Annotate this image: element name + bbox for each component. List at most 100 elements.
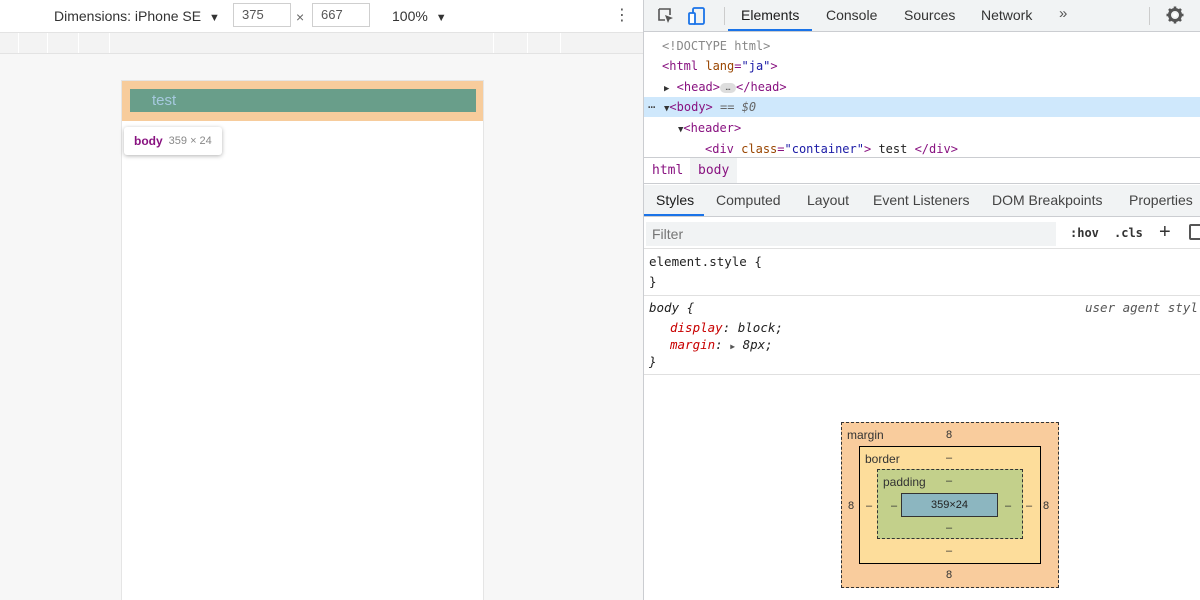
tab-styles[interactable]: Styles — [656, 185, 694, 216]
width-input[interactable]: 375 — [233, 3, 291, 27]
ruler-segment[interactable] — [47, 33, 48, 53]
breadcrumb-html[interactable]: html — [644, 158, 691, 183]
tab-sources[interactable]: Sources — [904, 0, 955, 31]
border-label: border — [865, 452, 900, 466]
border-right-value[interactable]: – — [1026, 500, 1032, 512]
border-left-value[interactable]: – — [866, 500, 872, 512]
hover-state-button[interactable]: :hov — [1070, 226, 1099, 240]
dom-node-div[interactable]: <div class="container"> test </div> — [705, 139, 958, 156]
computed-sidebar-icon[interactable] — [1189, 224, 1200, 240]
style-rules: element.style { } body { user agent styl… — [644, 250, 1200, 375]
element-tooltip: body 359 × 24 — [124, 127, 222, 155]
tab-console[interactable]: Console — [826, 0, 877, 31]
ruler-segment[interactable] — [109, 33, 110, 53]
dom-node-head[interactable]: ▶ <head>… </head> — [664, 77, 787, 97]
toolbar-separator — [724, 7, 725, 25]
ruler-segment[interactable] — [560, 33, 561, 53]
class-toggle-button[interactable]: .cls — [1114, 226, 1143, 240]
margin-left-value[interactable]: 8 — [848, 500, 854, 512]
property-name: display — [670, 320, 723, 335]
tag-text: <body> — [669, 100, 713, 114]
css-property-margin[interactable]: margin: ▶ 8px; — [670, 337, 773, 352]
box-model-diagram: margin 8 8 8 8 border – – – – padding – … — [841, 422, 1059, 588]
ruler-segment[interactable] — [493, 33, 494, 53]
attr-value: "ja" — [741, 59, 771, 73]
tag-text: <div — [705, 142, 734, 156]
active-subtab-indicator — [644, 214, 704, 216]
settings-gear-icon[interactable] — [1165, 5, 1185, 25]
margin-right-value[interactable]: 8 — [1043, 500, 1049, 512]
padding-top-value[interactable]: – — [946, 475, 952, 487]
new-rule-icon[interactable]: + — [1159, 221, 1171, 244]
breadcrumb-body[interactable]: body — [690, 158, 738, 183]
dimensions-label: Dimensions: iPhone SE — [54, 8, 202, 24]
tab-computed[interactable]: Computed — [716, 185, 781, 216]
tag-text: > — [770, 59, 778, 73]
doctype-text: <!DOCTYPE html> — [662, 39, 771, 53]
property-value: 8px; — [742, 337, 773, 352]
expand-arrow-icon[interactable]: ▶ — [664, 84, 669, 94]
rule-element-style[interactable]: element.style { } — [644, 250, 1200, 296]
ruler-segment[interactable] — [527, 33, 528, 53]
tab-event-listeners[interactable]: Event Listeners — [873, 185, 970, 216]
kebab-menu-icon[interactable]: ⋮ — [614, 6, 630, 26]
tab-network[interactable]: Network — [981, 0, 1032, 31]
inspect-icon[interactable] — [656, 6, 676, 26]
dom-node-html[interactable]: <html lang="ja"> — [662, 56, 778, 76]
content-highlight: test — [130, 89, 476, 112]
devtools-tabbar: Elements Console Sources Network » — [644, 0, 1200, 32]
styles-subtabs: Styles Computed Layout Event Listeners D… — [644, 185, 1200, 217]
expand-arrow-icon[interactable]: ▶ — [730, 342, 735, 351]
dropdown-arrow-icon: ▼ — [208, 12, 220, 24]
border-bottom-value[interactable]: – — [946, 545, 952, 557]
padding-bottom-value[interactable]: – — [946, 522, 952, 534]
ellipsis-icon[interactable]: … — [720, 82, 737, 93]
device-toolbar: Dimensions: iPhone SE ▼ 375 × 667 100% ▼… — [0, 0, 643, 32]
zoom-select[interactable]: 100% ▼ — [392, 8, 447, 24]
tag-text: <html — [662, 59, 699, 73]
dom-node-body[interactable]: ⋯ ▼<body> == $0 — [644, 97, 1200, 117]
border-top-value[interactable]: – — [946, 452, 952, 464]
tag-text: <head> — [676, 80, 721, 94]
active-tab-indicator — [728, 29, 812, 31]
rule-close-brace: } — [649, 354, 657, 369]
dom-node-header[interactable]: ▼<header> — [678, 118, 741, 138]
rule-selector: element.style { — [649, 254, 762, 269]
rule-source: user agent styl — [1085, 300, 1198, 315]
attr-value: "container" — [784, 142, 864, 156]
dropdown-arrow-icon: ▼ — [435, 12, 447, 24]
node-text: test — [871, 142, 915, 156]
css-property-display[interactable]: display: block; — [670, 320, 783, 335]
dom-node-doctype[interactable]: <!DOCTYPE html> — [662, 36, 770, 56]
node-menu-icon[interactable]: ⋯ — [648, 97, 655, 117]
rule-selector: body { — [649, 300, 695, 315]
property-name: margin — [670, 337, 716, 352]
margin-label: margin — [847, 428, 884, 442]
tab-elements[interactable]: Elements — [741, 0, 799, 31]
header-text: test — [152, 92, 177, 109]
tab-layout[interactable]: Layout — [807, 185, 849, 216]
zoom-label: 100% — [392, 8, 428, 24]
dimensions-select[interactable]: Dimensions: iPhone SE ▼ — [54, 8, 220, 24]
padding-left-value[interactable]: – — [891, 500, 897, 512]
filter-input[interactable] — [646, 222, 1056, 246]
height-input[interactable]: 667 — [312, 3, 370, 27]
ruler-segment[interactable] — [18, 33, 19, 53]
box-content[interactable]: 359×24 — [901, 493, 998, 517]
padding-right-value[interactable]: – — [1005, 500, 1011, 512]
ruler-segment[interactable] — [78, 33, 79, 53]
devtools-pane: Elements Console Sources Network » <!DOC… — [644, 0, 1200, 600]
media-query-ruler[interactable] — [0, 32, 643, 54]
tag-text: </div> — [914, 142, 958, 156]
tab-dom-breakpoints[interactable]: DOM Breakpoints — [992, 185, 1102, 216]
device-toggle-icon[interactable] — [687, 6, 707, 26]
dom-tree: <!DOCTYPE html> <html lang="ja"> ▶ <head… — [644, 32, 1200, 156]
rule-body[interactable]: body { user agent styl display: block; m… — [644, 296, 1200, 375]
device-viewport[interactable]: test body 359 × 24 — [121, 80, 484, 600]
selected-node-marker: == $0 — [720, 100, 757, 114]
margin-top-value[interactable]: 8 — [946, 429, 952, 441]
tab-properties[interactable]: Properties — [1129, 185, 1193, 216]
margin-bottom-value[interactable]: 8 — [946, 569, 952, 581]
more-tabs-icon[interactable]: » — [1059, 5, 1067, 22]
attr-name: class — [741, 142, 778, 156]
